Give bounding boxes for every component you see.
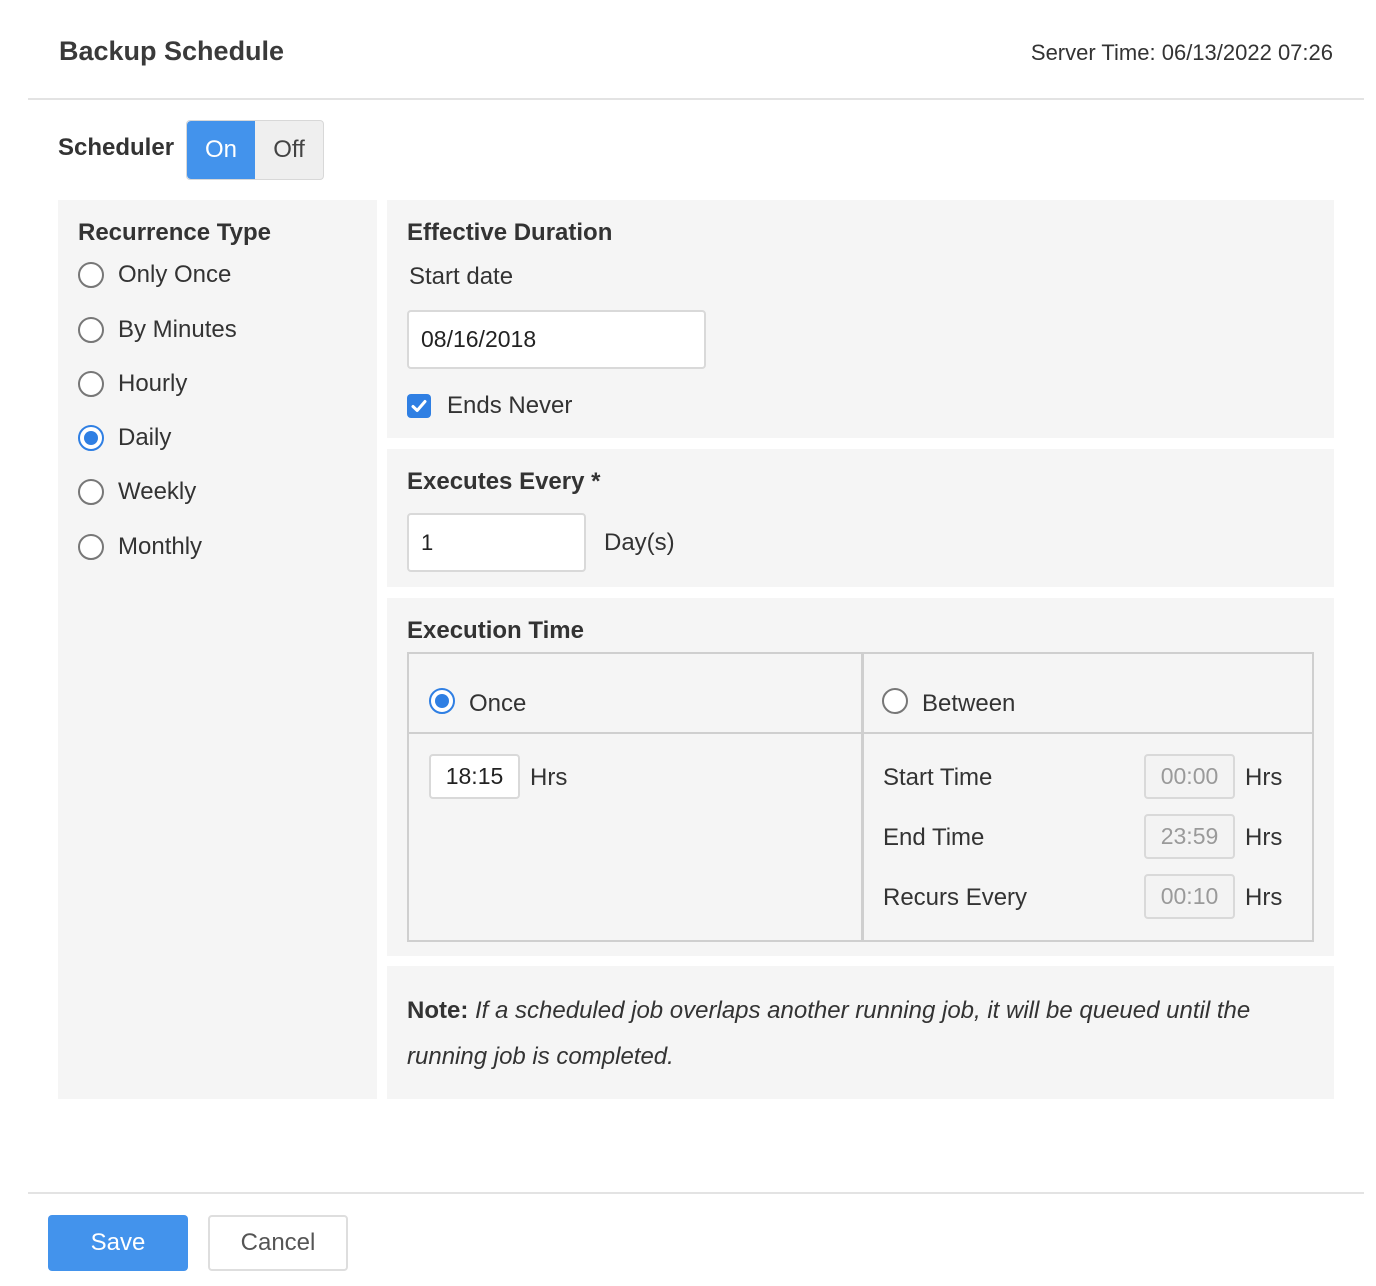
scheduler-label: Scheduler: [58, 134, 175, 161]
radio-only-once[interactable]: [78, 262, 104, 288]
grid-divider-vertical: [861, 654, 864, 940]
executes-every-panel: Executes Every * 1 Day(s): [387, 449, 1334, 587]
radio-label: Only Once: [118, 261, 232, 288]
scheduler-on-button[interactable]: On: [187, 121, 255, 179]
header-divider: [28, 98, 1364, 100]
recurrence-option-hourly[interactable]: Hourly: [78, 370, 187, 398]
note-body: If a scheduled job overlaps another runn…: [407, 997, 1251, 1070]
end-time-input[interactable]: 23:59: [1144, 814, 1235, 859]
server-time-label: Server Time:: [1030, 40, 1156, 65]
start-time-input[interactable]: 00:00: [1144, 754, 1235, 799]
executes-every-unit: Day(s): [604, 529, 675, 556]
radio-once[interactable]: [429, 688, 455, 714]
once-label: Once: [469, 690, 527, 717]
between-label: Between: [922, 690, 1016, 717]
execution-time-heading: Execution Time: [407, 617, 584, 644]
ends-never-label: Ends Never: [447, 392, 573, 419]
end-time-label: End Time: [883, 824, 985, 851]
radio-daily[interactable]: [78, 425, 104, 451]
ends-never-row[interactable]: Ends Never: [407, 392, 572, 420]
checkmark-icon[interactable]: [407, 394, 431, 418]
execution-time-grid: Once 18:15 Hrs Between Start Time 00:00 …: [407, 652, 1314, 942]
server-time-value: 06/13/2022 07:26: [1161, 40, 1333, 65]
radio-label: Monthly: [118, 533, 203, 560]
executes-every-input[interactable]: 1: [407, 513, 586, 572]
page-title: Backup Schedule: [59, 36, 285, 66]
note-prefix: Note:: [407, 997, 469, 1024]
recurs-every-label: Recurs Every: [883, 884, 1028, 911]
recurrence-panel: Recurrence Type Only Once By Minutes Hou…: [58, 200, 377, 1099]
radio-label: By Minutes: [118, 316, 237, 343]
cancel-button[interactable]: Cancel: [208, 1215, 348, 1271]
recurs-every-input[interactable]: 00:10: [1144, 874, 1235, 919]
executes-every-heading: Executes Every *: [407, 468, 601, 495]
radio-hourly[interactable]: [78, 371, 104, 397]
radio-between[interactable]: [882, 688, 908, 714]
once-time-input[interactable]: 18:15: [429, 754, 520, 799]
radio-weekly[interactable]: [78, 479, 104, 505]
grid-divider-horizontal: [409, 732, 1312, 734]
radio-label: Weekly: [118, 478, 197, 505]
radio-label: Hourly: [118, 370, 188, 397]
once-hrs-label: Hrs: [530, 764, 568, 791]
recurrence-option-daily[interactable]: Daily: [78, 424, 171, 452]
scheduler-toggle: On Off: [186, 120, 324, 180]
save-button[interactable]: Save: [48, 1215, 188, 1271]
start-date-label: Start date: [409, 263, 514, 290]
effective-duration-heading: Effective Duration: [407, 219, 613, 246]
scheduler-off-button[interactable]: Off: [255, 121, 323, 179]
recurrence-option-only-once[interactable]: Only Once: [78, 261, 231, 289]
radio-monthly[interactable]: [78, 534, 104, 560]
radio-label: Daily: [118, 424, 172, 451]
footer-divider: [28, 1192, 1364, 1194]
end-time-hrs: Hrs: [1245, 824, 1283, 851]
start-time-hrs: Hrs: [1245, 764, 1283, 791]
recurrence-option-by-minutes[interactable]: By Minutes: [78, 316, 237, 344]
recurrence-option-monthly[interactable]: Monthly: [78, 533, 202, 561]
start-date-input[interactable]: 08/16/2018: [407, 310, 706, 369]
start-time-label: Start Time: [883, 764, 993, 791]
recurs-every-hrs: Hrs: [1245, 884, 1283, 911]
note-text: Note: If a scheduled job overlaps anothe…: [407, 988, 1307, 1080]
effective-duration-panel: Effective Duration Start date 08/16/2018…: [387, 200, 1334, 438]
server-time: Server Time: 06/13/2022 07:26: [1031, 40, 1333, 66]
radio-by-minutes[interactable]: [78, 317, 104, 343]
execution-between-option[interactable]: Between: [882, 684, 1015, 718]
recurrence-heading: Recurrence Type: [78, 219, 271, 246]
recurrence-option-weekly[interactable]: Weekly: [78, 478, 196, 506]
execution-once-option[interactable]: Once: [429, 684, 526, 718]
